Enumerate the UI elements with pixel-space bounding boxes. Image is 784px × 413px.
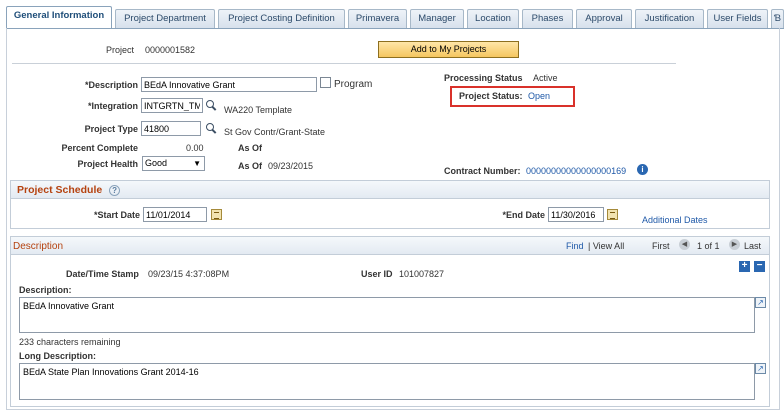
delete-row-icon[interactable]: −: [754, 261, 765, 272]
timestamp-label: Date/Time Stamp: [66, 269, 139, 279]
description-input[interactable]: [141, 77, 317, 92]
tab-project-costing-definition[interactable]: Project Costing Definition: [218, 9, 345, 28]
end-date-label: *End Date: [502, 210, 545, 220]
project-health-select[interactable]: Good ▼: [142, 156, 205, 171]
header-divider: [12, 63, 676, 64]
integration-description: WA220 Template: [224, 105, 293, 115]
description-section-title: Description: [13, 241, 64, 252]
project-value: 0000001582: [145, 45, 196, 55]
project-schedule-title: Project Schedule: [17, 184, 103, 196]
percent-complete-value: 0.00: [186, 143, 204, 153]
description-label: *Description: [84, 80, 138, 90]
long-description-textarea-value: BEdA State Plan Innovations Grant 2014-1…: [23, 367, 199, 377]
description-textarea[interactable]: BEdA Innovative Grant: [19, 297, 755, 333]
next-icon[interactable]: ▶: [729, 239, 740, 250]
project-status-value: Open: [528, 91, 551, 101]
project-type-lookup-icon[interactable]: [206, 123, 216, 133]
program-checkbox[interactable]: [320, 77, 331, 88]
project-health-label: Project Health: [77, 159, 138, 169]
contract-number-value[interactable]: 00000000000000000169: [526, 166, 626, 176]
tab-bar: General Information Project Department P…: [6, 6, 784, 29]
project-type-label: Project Type: [84, 124, 138, 134]
tab-phases[interactable]: Phases: [522, 9, 573, 28]
add-row-icon[interactable]: +: [739, 261, 750, 272]
project-status-label: Project Status:: [459, 91, 523, 101]
project-label: Project: [106, 45, 135, 55]
tab-overflow[interactable]: Ɓ: [771, 9, 784, 28]
project-schedule-header: Project Schedule ?: [10, 180, 770, 199]
end-date-calendar-icon[interactable]: [607, 209, 618, 220]
project-health-as-of-value: 09/23/2015: [268, 161, 314, 171]
previous-icon[interactable]: ◀: [679, 239, 690, 250]
view-all-link[interactable]: | View All: [588, 241, 624, 251]
description-textarea-value: BEdA Innovative Grant: [23, 301, 115, 311]
integration-label: *Integration: [87, 101, 138, 111]
additional-dates-link[interactable]: Additional Dates: [642, 215, 708, 225]
chars-remaining: 233 characters remaining: [19, 337, 121, 347]
start-date-label: *Start Date: [93, 210, 140, 220]
tab-approval[interactable]: Approval: [576, 9, 632, 28]
start-date-input[interactable]: [143, 207, 207, 222]
start-date-calendar-icon[interactable]: [211, 209, 222, 220]
percent-complete-label: Percent Complete: [61, 143, 138, 153]
project-type-input[interactable]: [141, 121, 201, 136]
percent-complete-as-of-label: As Of: [238, 143, 263, 153]
expand-long-description-icon[interactable]: ↗: [755, 363, 766, 374]
expand-description-icon[interactable]: ↗: [755, 297, 766, 308]
integration-input[interactable]: [141, 98, 203, 113]
integration-lookup-icon[interactable]: [206, 100, 216, 110]
last-label[interactable]: Last: [744, 241, 761, 251]
help-icon[interactable]: ?: [109, 184, 121, 196]
tab-location[interactable]: Location: [467, 9, 519, 28]
end-date-input[interactable]: [548, 207, 604, 222]
first-label[interactable]: First: [652, 241, 670, 251]
processing-status-label: Processing Status: [444, 73, 523, 83]
info-icon[interactable]: i: [637, 164, 648, 175]
find-link[interactable]: Find: [566, 241, 584, 251]
timestamp-value: 09/23/15 4:37:08PM: [148, 269, 230, 279]
chevron-down-icon: ▼: [193, 159, 201, 168]
project-health-as-of-label: As Of: [238, 161, 263, 171]
description-field-label: Description:: [19, 285, 72, 295]
add-to-my-projects-button[interactable]: Add to My Projects: [378, 41, 519, 58]
long-description-label: Long Description:: [19, 351, 96, 361]
project-health-value: Good: [145, 158, 168, 168]
contract-number-label: Contract Number:: [444, 166, 521, 176]
tab-general-information[interactable]: General Information: [6, 6, 112, 29]
tab-primavera[interactable]: Primavera: [348, 9, 407, 28]
tab-project-department[interactable]: Project Department: [115, 9, 215, 28]
user-id-label: User ID: [361, 269, 393, 279]
long-description-textarea[interactable]: BEdA State Plan Innovations Grant 2014-1…: [19, 363, 755, 400]
row-range: 1 of 1: [697, 241, 720, 251]
tab-manager[interactable]: Manager: [410, 9, 464, 28]
program-label: Program: [334, 79, 373, 90]
processing-status-value: Active: [533, 73, 558, 83]
user-id-value: 101007827: [399, 269, 445, 279]
tab-justification[interactable]: Justification: [635, 9, 704, 28]
project-type-description: St Gov Contr/Grant-State: [224, 127, 326, 137]
tab-user-fields[interactable]: User Fields: [707, 9, 768, 28]
